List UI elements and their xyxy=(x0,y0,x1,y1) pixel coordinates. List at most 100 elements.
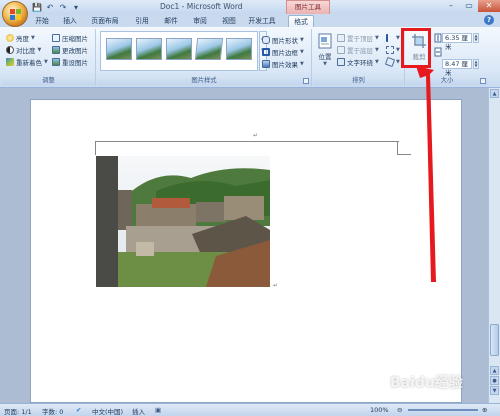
group-adjust: 亮度 ▼ 对比度 ▼ 重新着色 ▼ 压缩图片 更改图片 重设图片 调整 xyxy=(2,29,96,86)
word-count[interactable]: 字数: 0 xyxy=(42,406,63,416)
tab-mailings[interactable]: 邮件 xyxy=(161,15,181,27)
zoom-level[interactable]: 100% xyxy=(370,406,389,414)
picture-styles-launcher[interactable] xyxy=(303,78,309,84)
save-icon[interactable]: 💾 xyxy=(32,2,42,12)
send-to-back-button[interactable]: 置于底层 ▼ xyxy=(337,45,379,55)
bring-front-icon xyxy=(337,34,345,42)
align-button[interactable]: ▼ xyxy=(386,33,400,43)
scroll-thumb[interactable] xyxy=(490,324,499,356)
picture-tools-context-label: 图片工具 xyxy=(286,0,330,14)
brightness-button[interactable]: 亮度 ▼ xyxy=(6,33,35,43)
change-picture-icon xyxy=(52,46,60,54)
bring-to-front-button[interactable]: 置于顶层 ▼ xyxy=(337,33,379,43)
align-icon xyxy=(386,34,394,42)
reset-picture-icon xyxy=(52,58,60,66)
picture-style-gallery xyxy=(100,31,258,71)
scroll-up-icon[interactable]: ▲ xyxy=(490,89,499,98)
size-launcher[interactable] xyxy=(480,78,486,84)
width-field[interactable]: 8.47 厘米 xyxy=(442,59,472,77)
width-spinner[interactable]: ▲ ▼ xyxy=(473,59,479,69)
contrast-icon xyxy=(6,46,14,54)
rotate-icon xyxy=(384,56,396,68)
height-icon xyxy=(434,33,442,43)
tab-review[interactable]: 审阅 xyxy=(190,15,210,27)
text-wrap-icon xyxy=(337,58,345,66)
tab-format[interactable]: 格式 xyxy=(288,15,314,27)
tab-page-layout[interactable]: 页面布局 xyxy=(90,15,120,27)
zoom-slider[interactable] xyxy=(408,409,478,411)
border-icon xyxy=(262,48,270,56)
height-spinner[interactable]: ▲ ▼ xyxy=(473,33,479,43)
help-icon[interactable]: ? xyxy=(484,15,494,25)
reset-picture-button[interactable]: 重设图片 xyxy=(52,57,88,67)
width-icon xyxy=(434,47,442,57)
margin-mark xyxy=(95,141,109,155)
compress-pictures-button[interactable]: 压缩图片 xyxy=(52,33,88,43)
position-button[interactable]: 位置 ▼ xyxy=(316,33,334,67)
group-label-picture-styles: 图片样式 xyxy=(97,76,311,85)
customize-qat-icon[interactable]: ▾ xyxy=(71,2,81,12)
proofing-icon[interactable]: ✔ xyxy=(76,406,81,414)
undo-icon[interactable]: ↶ xyxy=(45,2,55,12)
recolor-button[interactable]: 重新着色 ▼ xyxy=(6,57,48,67)
insert-mode[interactable]: 插入 xyxy=(132,406,145,416)
title-bar: 💾 ↶ ↷ ▾ Doc1 - Microsoft Word 图片工具 – ▭ ✕ xyxy=(0,0,500,14)
browse-object-icon[interactable]: ● xyxy=(490,376,499,385)
tab-insert[interactable]: 插入 xyxy=(60,15,80,27)
picture-border-button[interactable]: 图片边框 ▼ xyxy=(262,47,304,57)
group-label-arrange: 排列 xyxy=(313,76,404,85)
text-wrapping-button[interactable]: 文字环绕 ▼ xyxy=(337,57,379,67)
picture-effects-button[interactable]: 图片效果 ▼ xyxy=(262,59,304,69)
tab-view[interactable]: 视图 xyxy=(219,15,239,27)
window-title: Doc1 - Microsoft Word xyxy=(160,2,243,11)
zoom-in-icon[interactable]: ⊕ xyxy=(482,406,487,414)
vertical-scrollbar[interactable]: ▲ ▲ ● ▼ xyxy=(488,88,500,403)
office-logo-icon xyxy=(10,9,21,20)
window-controls: – ▭ ✕ xyxy=(442,0,500,12)
style-thumbnail[interactable] xyxy=(136,38,162,60)
change-picture-button[interactable]: 更改图片 xyxy=(52,45,88,55)
picture-shape-button[interactable]: 图片形状 ▼ xyxy=(262,35,304,45)
style-thumbnail[interactable] xyxy=(106,38,132,60)
macro-record-icon[interactable]: ▣ xyxy=(155,406,161,414)
previous-page-icon[interactable]: ▲ xyxy=(490,366,499,375)
style-thumbnail[interactable] xyxy=(226,38,252,60)
office-button[interactable] xyxy=(2,1,28,27)
position-icon xyxy=(318,33,332,49)
recolor-icon xyxy=(6,58,14,66)
zoom-out-icon[interactable]: ⊖ xyxy=(397,406,402,414)
inserted-photo[interactable] xyxy=(96,156,270,287)
margin-mark xyxy=(397,154,411,155)
paragraph-mark: ↵ xyxy=(273,282,279,289)
style-thumbnail[interactable] xyxy=(194,38,224,60)
style-thumbnail[interactable] xyxy=(166,38,192,60)
status-bar: 页面: 1/1 字数: 0 ✔ 中文(中国) 插入 ▣ 100% ⊖ ⊕ xyxy=(0,403,500,416)
language-indicator[interactable]: 中文(中国) xyxy=(92,406,123,416)
tab-developer[interactable]: 开发工具 xyxy=(246,15,278,27)
close-button[interactable]: ✕ xyxy=(478,0,500,12)
rotate-button[interactable]: ▼ xyxy=(384,56,400,68)
minimize-button[interactable]: – xyxy=(442,0,460,12)
group-icon xyxy=(386,46,394,54)
redo-icon[interactable]: ↷ xyxy=(58,2,68,12)
effects-icon xyxy=(262,60,270,68)
tab-home[interactable]: 开始 xyxy=(32,15,52,27)
shape-icon xyxy=(262,36,270,44)
compress-icon xyxy=(52,34,60,42)
contrast-button[interactable]: 对比度 ▼ xyxy=(6,45,41,55)
paragraph-mark: ↵ xyxy=(253,132,259,139)
margin-mark xyxy=(397,141,398,155)
quick-access-toolbar: 💾 ↶ ↷ ▾ xyxy=(32,2,81,12)
next-page-icon[interactable]: ▼ xyxy=(490,386,499,395)
send-back-icon xyxy=(337,46,345,54)
tab-references[interactable]: 引用 xyxy=(132,15,152,27)
ribbon-tab-bar: 开始 插入 页面布局 引用 邮件 审阅 视图 开发工具 格式 ? xyxy=(0,14,500,27)
margin-mark xyxy=(95,141,399,142)
brightness-icon xyxy=(6,34,14,42)
height-field[interactable]: 6.35 厘米 xyxy=(442,33,472,51)
group-objects-button[interactable]: ▼ xyxy=(386,45,400,55)
group-arrange: 位置 ▼ 置于顶层 ▼ 置于底层 ▼ 文字环绕 ▼ ▼ ▼ ▼ 排列 xyxy=(313,29,405,86)
crop-highlight-box xyxy=(401,28,431,68)
page-count[interactable]: 页面: 1/1 xyxy=(4,406,32,416)
maximize-button[interactable]: ▭ xyxy=(460,0,478,12)
